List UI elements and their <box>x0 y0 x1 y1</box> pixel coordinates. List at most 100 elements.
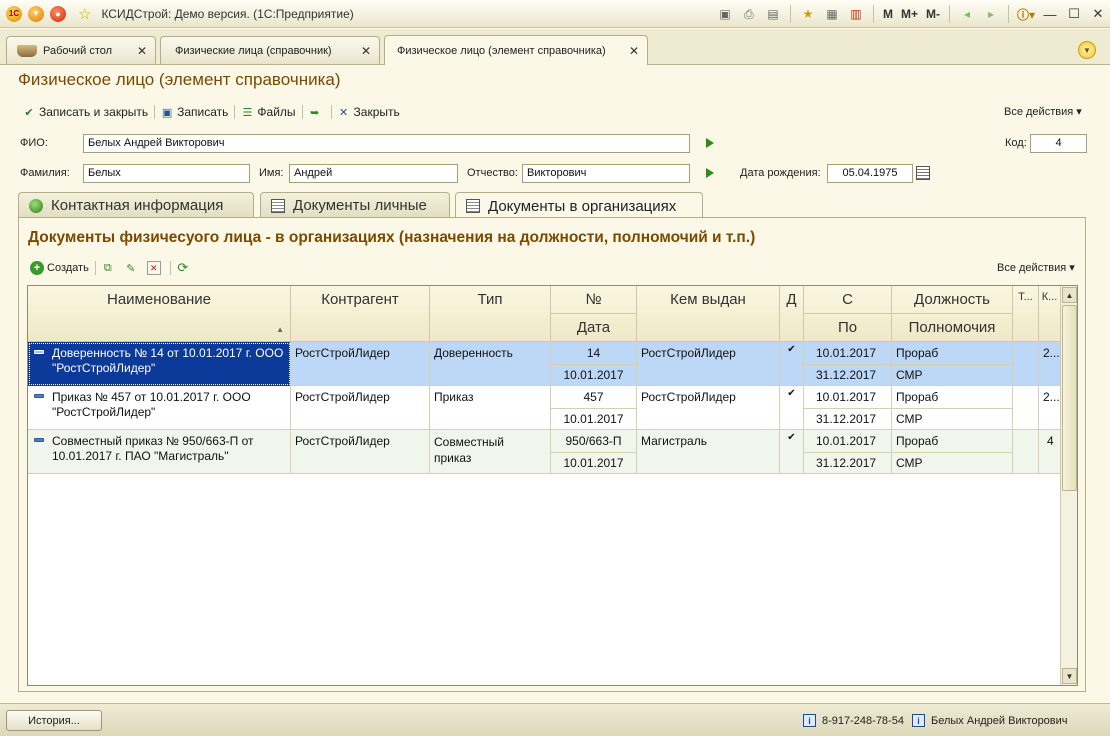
lastname-label: Фамилия: <box>20 167 70 179</box>
minimize-button[interactable]: — <box>1040 5 1060 23</box>
scroll-up-icon[interactable]: ▲ <box>1062 287 1077 303</box>
history-button[interactable]: История... <box>6 710 102 731</box>
fio-open-icon[interactable] <box>706 138 714 148</box>
table-row[interactable]: Совместный приказ № 950/663-П от 10.01.2… <box>28 430 1061 474</box>
scroll-thumb[interactable] <box>1062 305 1077 491</box>
fio-field[interactable]: Белых Андрей Викторович <box>83 134 690 153</box>
col-position-header[interactable]: Должность <box>892 286 1013 314</box>
col-number-header[interactable]: № <box>551 286 637 314</box>
middlename-open-icon[interactable] <box>706 168 714 178</box>
calendar-icon[interactable]: ▥ <box>847 5 865 23</box>
forward-arrow-icon[interactable]: ▸ <box>982 5 1000 23</box>
go-to-button[interactable]: ➥ <box>308 105 325 119</box>
refresh-button[interactable]: ⟳ <box>176 260 193 275</box>
memory-plus-button[interactable]: M+ <box>901 7 918 21</box>
globe-icon <box>29 198 43 213</box>
table-vertical-scrollbar[interactable]: ▲ ▼ <box>1060 286 1077 685</box>
col-issued-by-header[interactable]: Кем выдан <box>637 286 780 342</box>
app-close-icon[interactable]: ● <box>50 5 66 22</box>
tab-individuals-list-close-icon[interactable]: ✕ <box>361 44 371 58</box>
app-logo-icon[interactable]: 1C <box>6 5 22 22</box>
grid-toolbar: + Создать ⧉ ✎ ✕ ⟳ <box>30 260 199 276</box>
col-to-header[interactable]: По <box>804 314 892 342</box>
document-icon <box>34 438 44 442</box>
col-powers-header[interactable]: Полномочия <box>892 314 1013 342</box>
firstname-field[interactable]: Андрей <box>289 164 458 183</box>
tab-org-docs[interactable]: Документы в организациях <box>455 192 703 219</box>
table-row[interactable]: Доверенность № 14 от 10.01.2017 г. ООО "… <box>28 342 1061 386</box>
document-icon <box>34 394 44 398</box>
files-button[interactable]: ☰ Файлы <box>240 105 295 119</box>
birthdate-field[interactable]: 05.04.1975 <box>827 164 913 183</box>
copy-icon: ⧉ <box>103 261 112 274</box>
tab-contact-info[interactable]: Контактная информация <box>18 192 254 218</box>
close-window-button[interactable]: ✕ <box>1088 5 1108 23</box>
birthdate-label: Дата рождения: <box>740 167 821 179</box>
col-d-header[interactable]: Д <box>780 286 804 342</box>
scroll-down-icon[interactable]: ▼ <box>1062 668 1077 684</box>
calendar-picker-icon[interactable] <box>916 166 930 180</box>
info-icon: i <box>912 714 925 727</box>
tab-desktop-close-icon[interactable]: ✕ <box>137 44 147 58</box>
back-arrow-icon[interactable]: ◂ <box>958 5 976 23</box>
tab-individuals-list[interactable]: Физические лица (справочник) ✕ <box>160 36 380 64</box>
print-icon[interactable]: ⎙ <box>740 5 758 23</box>
form-all-actions-menu[interactable]: Все действия ▾ <box>1004 105 1082 118</box>
code-field[interactable]: 4 <box>1030 134 1087 153</box>
desktop-icon <box>17 44 37 57</box>
close-button[interactable]: ✕ Закрыть <box>337 105 400 119</box>
form-toolbar: ✔ Записать и закрыть ▣ Записать ☰ Файлы … <box>22 103 406 121</box>
tab-individual-element-close-icon[interactable]: ✕ <box>629 44 639 58</box>
row-name: Совместный приказ № 950/663-П от 10.01.2… <box>52 434 254 463</box>
create-button[interactable]: + Создать <box>30 261 89 275</box>
user-info: i Белых Андрей Викторович <box>912 714 1068 727</box>
phone-info: i 8-917-248-78-54 <box>803 714 904 727</box>
table-row[interactable]: Приказ № 457 от 10.01.2017 г. ООО "РостС… <box>28 386 1061 430</box>
copy-button[interactable]: ⧉ <box>101 261 118 275</box>
table-icon <box>466 199 480 213</box>
close-x-icon: ✕ <box>338 106 349 119</box>
col-k-header[interactable]: К... <box>1039 286 1061 342</box>
main-menu-icon[interactable]: ▾ <box>28 5 44 22</box>
lastname-field[interactable]: Белых <box>83 164 250 183</box>
tab-desktop-label: Рабочий стол <box>43 44 113 57</box>
memory-minus-button[interactable]: M- <box>926 7 940 21</box>
plus-circle-icon: + <box>30 261 44 275</box>
files-icon: ☰ <box>242 106 253 119</box>
fio-label: ФИО: <box>20 137 48 149</box>
delete-button[interactable]: ✕ <box>146 261 164 275</box>
middlename-field[interactable]: Викторович <box>522 164 690 183</box>
go-to-icon: ➥ <box>309 106 320 119</box>
section-title: Документы физичесуого лица - в организац… <box>28 229 756 246</box>
col-counterparty-header[interactable]: Контрагент <box>291 286 430 342</box>
save-and-close-button[interactable]: ✔ Записать и закрыть <box>22 105 148 119</box>
middlename-label: Отчество: <box>467 167 518 179</box>
save-icon[interactable]: ▣ <box>716 5 734 23</box>
tab-desktop[interactable]: Рабочий стол ✕ <box>6 36 156 64</box>
grid-all-actions-menu[interactable]: Все действия ▾ <box>997 261 1075 274</box>
document-icon <box>34 350 44 354</box>
calculator-icon[interactable]: ▦ <box>823 5 841 23</box>
tab-individual-element[interactable]: Физическое лицо (элемент справочника) ✕ <box>384 35 648 65</box>
edit-button[interactable]: ✎ <box>124 261 141 275</box>
preview-icon[interactable]: ▤ <box>764 5 782 23</box>
tabs-menu-icon[interactable]: ▼ <box>1078 41 1096 59</box>
favorites-star-icon[interactable]: ☆ <box>78 5 91 23</box>
form-title: Физическое лицо (элемент справочника) <box>18 70 341 89</box>
info-icon: i <box>803 714 816 727</box>
col-from-header[interactable]: С <box>804 286 892 314</box>
save-close-icon: ✔ <box>24 106 34 119</box>
title-bar: 1C ▾ ● ☆ КСИДСтрой: Демо версия. (1С:Пре… <box>0 0 1110 28</box>
info-menu-icon[interactable]: ⓘ▾ <box>1017 5 1035 23</box>
col-name-header[interactable]: Наименование ▲ <box>28 286 291 342</box>
col-date-header[interactable]: Дата <box>551 314 637 342</box>
maximize-button[interactable]: ☐ <box>1064 5 1084 23</box>
add-favorite-icon[interactable]: ★ <box>799 5 817 23</box>
tab-personal-docs[interactable]: Документы личные <box>260 192 450 218</box>
row-name: Доверенность № 14 от 10.01.2017 г. ООО "… <box>52 346 284 375</box>
col-type-header[interactable]: Тип <box>430 286 551 342</box>
memory-m-button[interactable]: M <box>883 7 893 21</box>
col-t-header[interactable]: Т... <box>1013 286 1039 342</box>
firstname-label: Имя: <box>259 167 284 179</box>
save-button[interactable]: ▣ Записать <box>160 105 228 119</box>
